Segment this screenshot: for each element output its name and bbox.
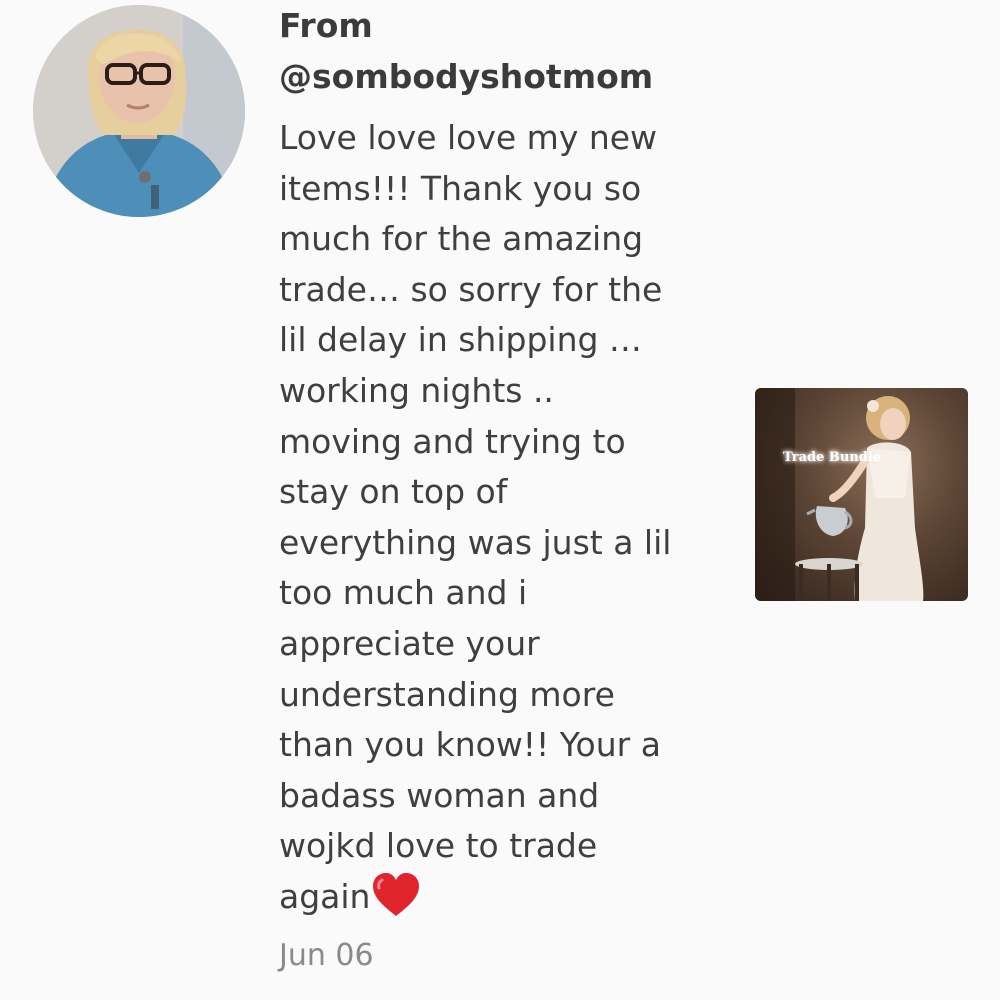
reviewer-username-link[interactable]: @sombodyshotmom [279, 54, 653, 100]
reviewer-avatar[interactable] [33, 5, 245, 217]
listing-thumbnail[interactable]: Trade Bundle [755, 388, 968, 601]
red-heart-icon [371, 872, 421, 933]
review-message: Love love love my new items!!! Thank you… [279, 113, 699, 933]
review-date: Jun 06 [279, 938, 374, 973]
review-card: From @sombodyshotmom Love love love my n… [0, 0, 1000, 1000]
listing-title: Trade Bundle [783, 450, 882, 465]
listing-photo [755, 388, 924, 601]
from-label: From [279, 6, 373, 45]
avatar-photo [33, 5, 245, 217]
review-message-text: Love love love my new items!!! Thank you… [279, 118, 672, 916]
